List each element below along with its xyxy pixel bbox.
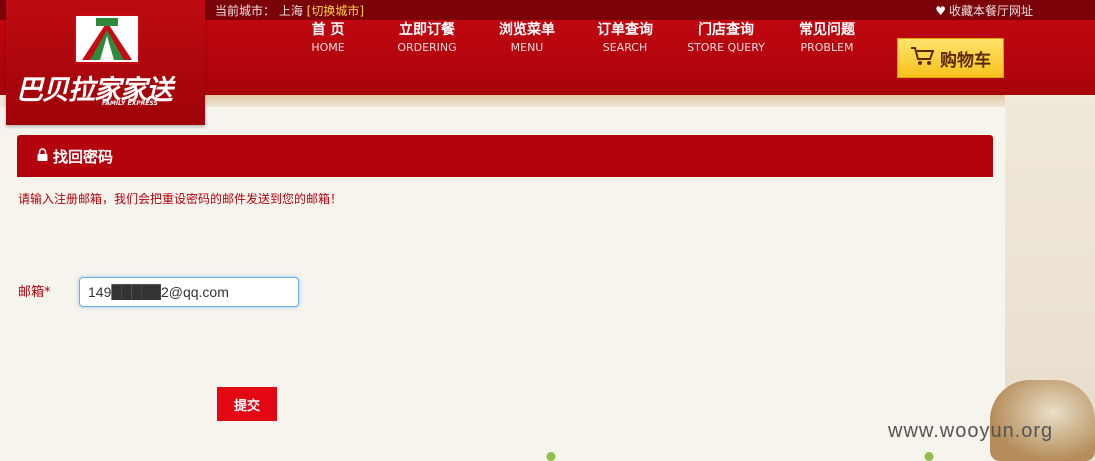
nav-problem-sub: PROBLEM: [800, 41, 854, 54]
heart-icon: ♥: [935, 4, 946, 18]
nav-search[interactable]: 订单查询 SEARCH: [575, 20, 675, 56]
email-label: 邮箱*: [18, 285, 51, 300]
site-logo[interactable]: 巴贝拉家家送 FAMILY EXPRESS: [6, 0, 205, 125]
nav-home-sub: HOME: [311, 41, 345, 54]
nav-store-query[interactable]: 门店查询 STORE QUERY: [676, 20, 776, 56]
nav-home-label: 首 页: [311, 22, 345, 38]
reset-hint: 请输入注册邮箱，我们会把重设密码的邮件发送到您的邮箱！: [18, 192, 343, 206]
nav-menu-label: 浏览菜单: [499, 22, 555, 38]
nav-ordering-sub: ORDERING: [397, 41, 457, 54]
submit-button[interactable]: 提交: [217, 387, 277, 421]
nav-problem[interactable]: 常见问题 PROBLEM: [777, 20, 877, 56]
panel-header: 找回密码: [17, 135, 993, 177]
panel-title: 找回密码: [53, 147, 114, 166]
favorite-label: 收藏本餐厅网址: [948, 4, 1033, 18]
vegetable-decoration: [515, 452, 965, 461]
current-city-label: 当前城市： 上海: [215, 4, 303, 18]
lock-icon: [37, 147, 48, 165]
logo-brand-subtext: FAMILY EXPRESS: [102, 100, 158, 107]
current-city: 当前城市： 上海 [切换城市]: [215, 2, 364, 19]
favorite-link[interactable]: ♥ 收藏本餐厅网址: [935, 2, 1033, 19]
nav-ordering-label: 立即订餐: [399, 22, 455, 38]
watermark: www.wooyun.org: [888, 420, 1054, 442]
nav-ordering[interactable]: 立即订餐 ORDERING: [377, 20, 477, 56]
logo-emblem-icon: [74, 14, 140, 64]
email-field[interactable]: [79, 277, 299, 307]
nav-search-sub: SEARCH: [602, 41, 648, 54]
cart-label: 购物车: [940, 50, 991, 71]
nav-menu-sub: MENU: [510, 41, 544, 54]
nav-search-label: 订单查询: [597, 22, 653, 38]
nav-home[interactable]: 首 页 HOME: [278, 20, 378, 56]
nav-problem-label: 常见问题: [799, 22, 855, 38]
cart-icon: [910, 46, 935, 71]
nav-store-query-label: 门店查询: [698, 22, 754, 38]
nav-menu[interactable]: 浏览菜单 MENU: [477, 20, 577, 56]
switch-city-link[interactable]: [切换城市]: [307, 4, 364, 18]
cart-button[interactable]: 购物车: [897, 38, 1004, 78]
main-content: 找回密码 请输入注册邮箱，我们会把重设密码的邮件发送到您的邮箱！ 邮箱* 提交: [0, 107, 1005, 461]
nav-store-query-sub: STORE QUERY: [687, 41, 765, 54]
header-shadow: [205, 95, 1095, 107]
